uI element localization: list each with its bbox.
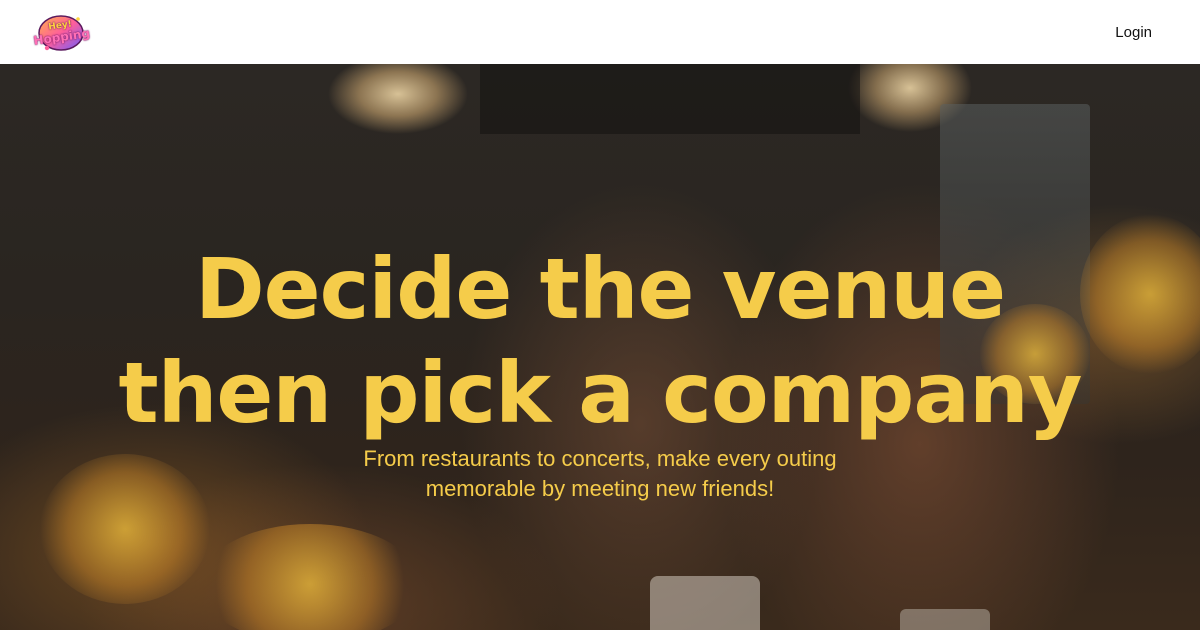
hero-background-shelf <box>480 64 860 134</box>
hero-headline-line1: Decide the venue <box>194 240 1006 338</box>
hero-headline-line2: then pick a company <box>118 344 1082 442</box>
hero-background-cup <box>900 609 990 630</box>
logo-text-line2: Hopping <box>32 25 91 48</box>
logo-wordmark: Hey! Hopping <box>31 6 91 57</box>
brand-logo[interactable]: Hey! Hopping <box>33 10 91 54</box>
hero-subtitle-line1: From restaurants to concerts, make every… <box>363 446 837 471</box>
hero-background-cup <box>650 576 760 630</box>
hero-background-flower <box>200 524 420 630</box>
hero-subtitle-line2: memorable by meeting new friends! <box>425 476 775 501</box>
hero-headline: Decide the venue then pick a company <box>0 237 1200 445</box>
hero-subtitle: From restaurants to concerts, make every… <box>300 444 900 504</box>
top-navigation-bar: Hey! Hopping Login <box>0 0 1200 64</box>
login-link[interactable]: Login <box>1115 24 1152 41</box>
hero-background-flower <box>40 454 210 604</box>
